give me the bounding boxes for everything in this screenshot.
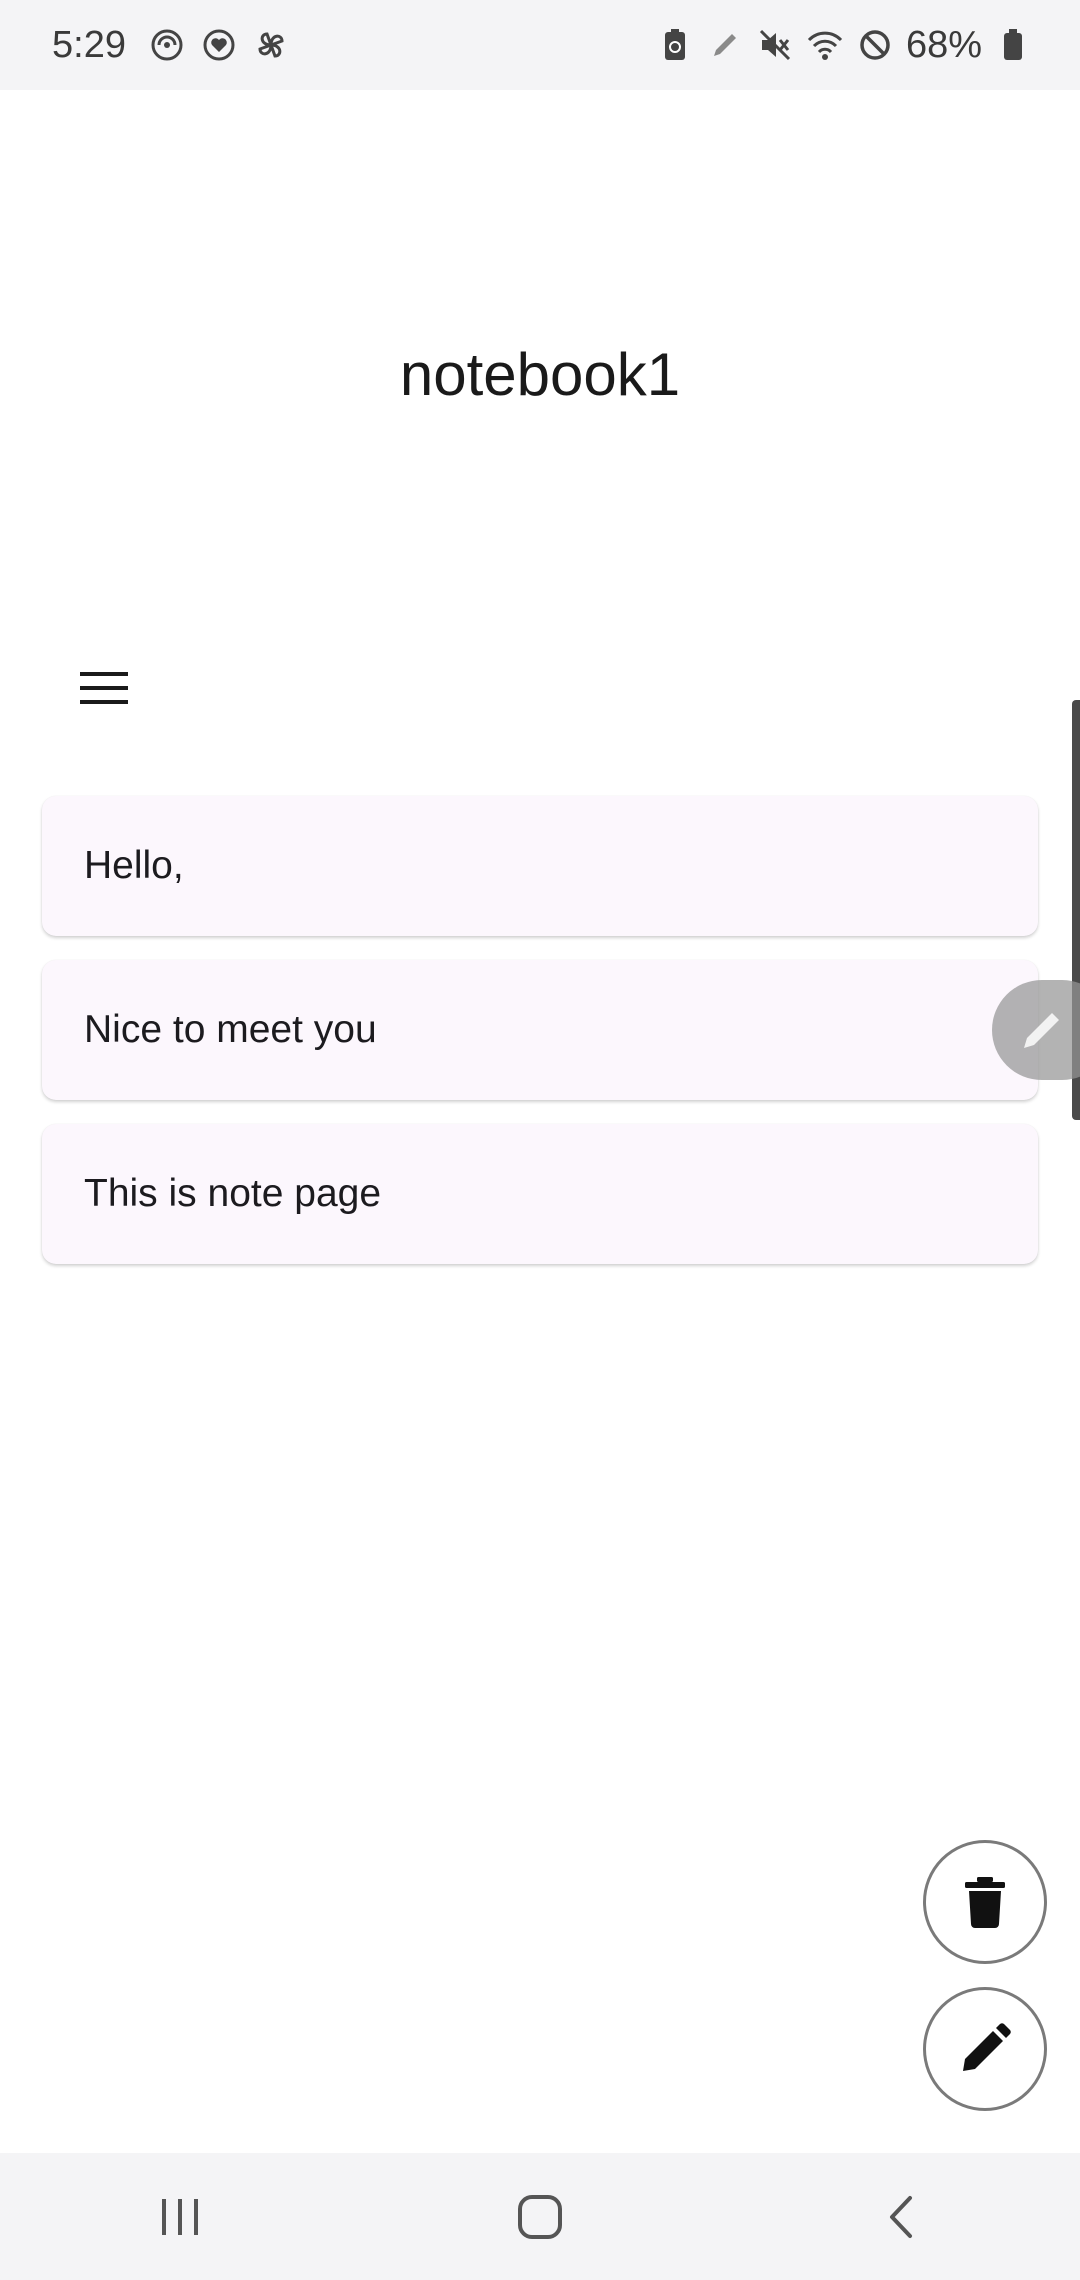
hamburger-menu-icon (80, 672, 128, 704)
navigation-bar (0, 2153, 1080, 2280)
note-card[interactable]: Nice to meet you (42, 960, 1038, 1100)
home-icon (518, 2194, 562, 2239)
pencil-icon (963, 2023, 1011, 2071)
home-button[interactable] (480, 2167, 600, 2267)
note-card[interactable]: Hello, (42, 796, 1038, 936)
battery-icon (994, 26, 1032, 64)
note-card[interactable]: This is note page (42, 1124, 1038, 1264)
delete-button[interactable] (923, 1840, 1047, 1964)
status-bar: 5:29 68% (0, 0, 1080, 90)
note-text: This is note page (84, 1172, 382, 1215)
note-list: Hello, Nice to meet you This is note pag… (42, 796, 1038, 1288)
mute-icon (756, 26, 794, 64)
screen: 5:29 68% notebook1 Hello, Nice to meet y… (0, 0, 1080, 2280)
page-title: notebook1 (399, 341, 681, 408)
status-right: 68% (656, 24, 1032, 67)
do-not-disturb-icon (856, 26, 894, 64)
hamburger-menu-button[interactable] (72, 660, 136, 716)
back-icon (890, 2195, 912, 2238)
recents-icon (162, 2198, 198, 2235)
status-left: 5:29 (52, 24, 290, 67)
back-button[interactable] (840, 2167, 960, 2267)
wifi-icon (806, 26, 844, 64)
pen-icon (706, 26, 744, 64)
battery-percent: 68% (905, 23, 982, 66)
pencil-icon (1024, 1013, 1059, 1048)
focus-icon (148, 26, 186, 64)
edit-button[interactable] (923, 1987, 1047, 2111)
note-text: Nice to meet you (84, 1008, 377, 1051)
note-text: Hello, (84, 844, 184, 887)
status-time: 5:29 (52, 23, 126, 66)
trash-icon (965, 1877, 1005, 1928)
recents-button[interactable] (120, 2167, 240, 2267)
battery-saver-icon (656, 26, 694, 64)
heart-app-icon (200, 26, 238, 64)
pinwheel-icon (252, 26, 290, 64)
